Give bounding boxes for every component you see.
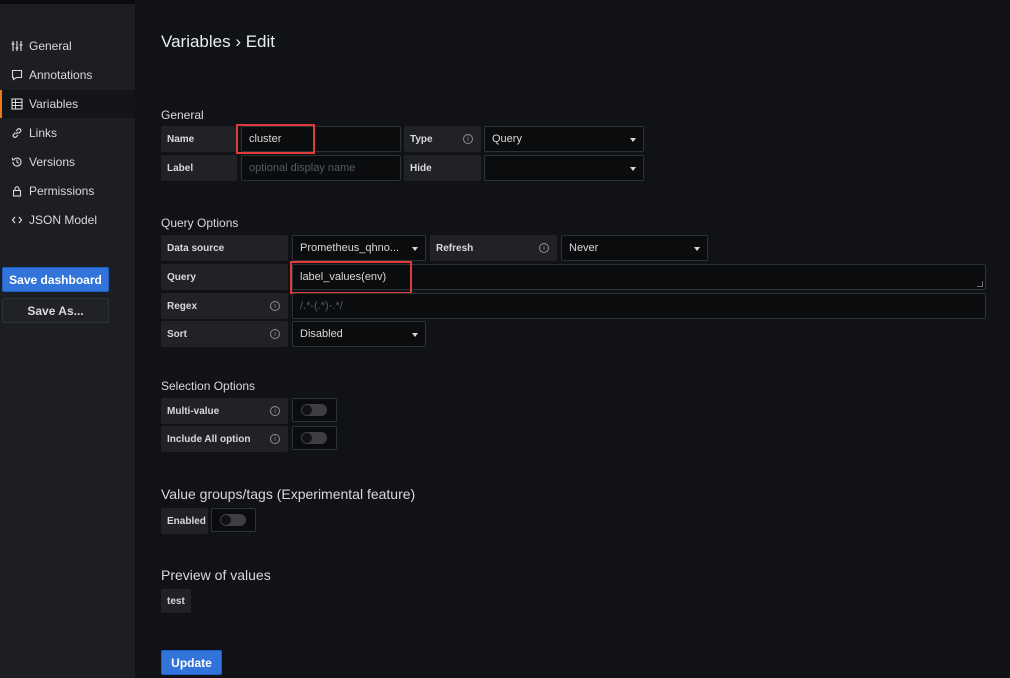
include-all-toggle-box: [292, 426, 337, 450]
section-title-query-options: Query Options: [161, 216, 239, 230]
datasource-select[interactable]: Prometheus_qhno...: [292, 235, 426, 261]
save-as-button[interactable]: Save As...: [2, 298, 109, 323]
sort-label: Sort i: [161, 321, 288, 347]
sidebar-item-general[interactable]: General: [0, 32, 135, 60]
multi-value-label-text: Multi-value: [167, 405, 220, 417]
sort-select[interactable]: Disabled: [292, 321, 426, 347]
resize-handle-icon[interactable]: [977, 281, 983, 287]
history-icon: [10, 155, 24, 169]
info-icon: i: [270, 434, 280, 444]
sidebar-item-label: Versions: [29, 155, 76, 169]
section-title-preview: Preview of values: [161, 567, 271, 583]
type-label-text: Type: [410, 133, 433, 145]
section-title-selection-options: Selection Options: [161, 379, 256, 393]
refresh-select[interactable]: Never: [561, 235, 708, 261]
include-all-label-text: Include All option: [167, 433, 251, 445]
name-highlight-box: [236, 124, 315, 154]
chevron-down-icon: [412, 333, 418, 337]
sidebar-item-label: Variables: [29, 97, 79, 111]
sidebar-item-annotations[interactable]: Annotations: [0, 61, 135, 89]
refresh-select-value: Never: [569, 242, 599, 254]
regex-label: Regex i: [161, 293, 288, 319]
section-title-value-groups: Value groups/tags (Experimental feature): [161, 486, 416, 502]
query-highlight-box: [290, 261, 412, 294]
sidebar-item-permissions[interactable]: Permissions: [0, 177, 135, 205]
info-icon: i: [270, 301, 280, 311]
multi-value-label: Multi-value i: [161, 398, 288, 424]
chevron-down-icon: [630, 167, 636, 171]
save-dashboard-button[interactable]: Save dashboard: [2, 267, 109, 292]
sidebar-item-json-model[interactable]: JSON Model: [0, 206, 135, 234]
sidebar-item-label: General: [29, 39, 72, 53]
name-label: Name: [161, 126, 237, 152]
sidebar-item-label: Links: [29, 126, 58, 140]
chevron-down-icon: [412, 247, 418, 251]
multi-value-toggle[interactable]: [301, 404, 327, 416]
sliders-icon: [10, 39, 24, 53]
page-title: Variables › Edit: [161, 32, 276, 51]
sort-select-value: Disabled: [300, 328, 343, 340]
preview-value-chip: test: [161, 589, 191, 613]
type-select-value: Query: [492, 133, 522, 145]
code-icon: [10, 213, 24, 227]
enabled-toggle-box: [211, 508, 256, 532]
sidebar-item-variables[interactable]: Variables: [0, 90, 135, 118]
include-all-label: Include All option i: [161, 426, 288, 452]
info-icon: i: [270, 406, 280, 416]
sidebar-item-versions[interactable]: Versions: [0, 148, 135, 176]
table-icon: [10, 97, 24, 111]
info-icon: i: [463, 134, 473, 144]
refresh-label: Refresh i: [430, 235, 557, 261]
lock-icon: [10, 184, 24, 198]
update-button[interactable]: Update: [161, 650, 222, 675]
settings-sidebar: General Annotations Variables Links Vers…: [0, 0, 135, 678]
chevron-down-icon: [694, 247, 700, 251]
link-icon: [10, 126, 24, 140]
type-select[interactable]: Query: [484, 126, 644, 152]
regex-label-text: Regex: [167, 300, 198, 312]
sidebar-item-label: Permissions: [29, 184, 95, 198]
label-input[interactable]: optional display name: [241, 155, 401, 181]
datasource-select-value: Prometheus_qhno...: [300, 242, 400, 254]
hide-label: Hide: [404, 155, 481, 181]
info-icon: i: [539, 243, 549, 253]
comment-icon: [10, 68, 24, 82]
label-label: Label: [161, 155, 237, 181]
sidebar-item-label: JSON Model: [29, 213, 98, 227]
type-label: Type i: [404, 126, 481, 152]
datasource-label: Data source: [161, 235, 288, 261]
sidebar-item-links[interactable]: Links: [0, 119, 135, 147]
section-title-general: General: [161, 108, 204, 122]
sort-label-text: Sort: [167, 328, 187, 340]
refresh-label-text: Refresh: [436, 242, 474, 254]
chevron-down-icon: [630, 138, 636, 142]
regex-input[interactable]: /.*-(.*)-.*/: [292, 293, 986, 319]
hide-select[interactable]: [484, 155, 644, 181]
multi-value-toggle-box: [292, 398, 337, 422]
include-all-toggle[interactable]: [301, 432, 327, 444]
query-label: Query: [161, 264, 288, 290]
sidebar-item-label: Annotations: [29, 68, 93, 82]
enabled-toggle[interactable]: [220, 514, 246, 526]
info-icon: i: [270, 329, 280, 339]
enabled-label: Enabled: [161, 508, 208, 534]
